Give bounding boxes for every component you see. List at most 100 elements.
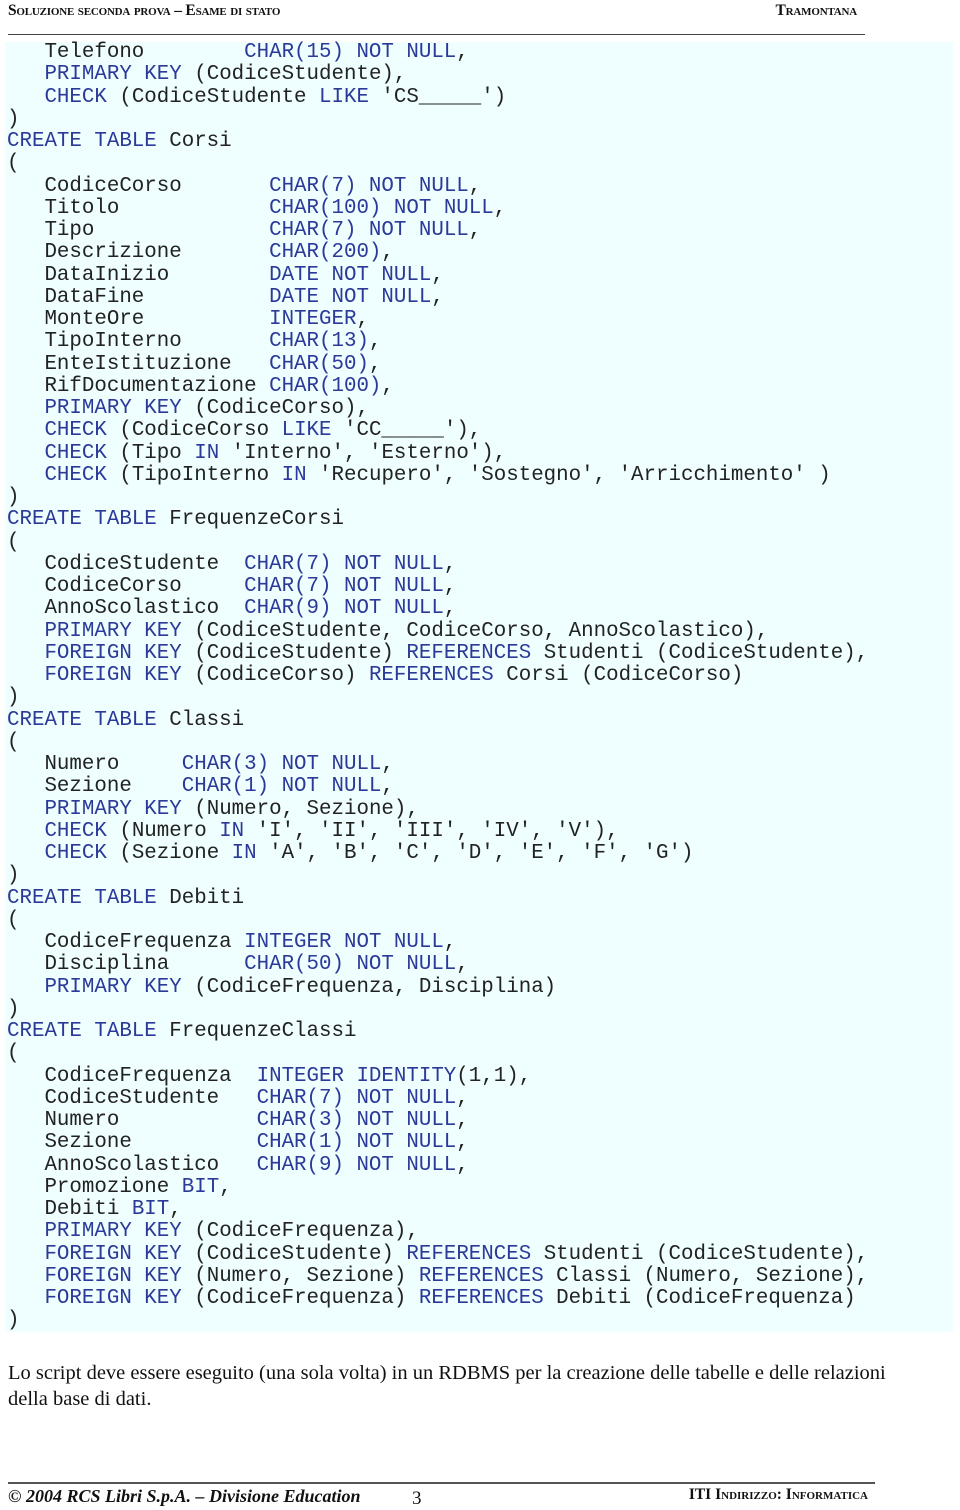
sql-text: ( [7, 152, 20, 176]
sql-keyword: CHECK [44, 441, 107, 465]
code-line: CHECK (Numero IN 'I', 'II', 'III', 'IV',… [7, 819, 868, 843]
sql-text: , [468, 219, 482, 242]
sql-text: EnteIstituzione [7, 352, 270, 376]
sql-keyword: INTEGER [269, 308, 357, 331]
code-line: ( [7, 531, 868, 554]
code-line: CodiceFrequenza INTEGER IDENTITY(1,1), [7, 1064, 868, 1088]
sql-keyword: FOREIGN KEY [44, 1287, 182, 1310]
code-line: Numero CHAR(3) NOT NULL, [7, 1109, 868, 1132]
sql-keyword: CHAR(3) NOT NULL [181, 753, 382, 776]
sql-keyword: CHAR(7) NOT NULL [269, 174, 469, 198]
sql-text: , [368, 330, 382, 354]
sql-keyword: CREATE TABLE [7, 708, 157, 732]
sql-text: ( [7, 730, 20, 754]
sql-keyword: CHECK [44, 419, 107, 443]
sql-text: (Numero, Sezione) [181, 1264, 419, 1288]
sql-keyword: CHAR(50) [269, 352, 369, 376]
sql-text: , [431, 263, 444, 287]
sql-text: (CodiceCorso [106, 419, 282, 443]
code-line: ) [7, 865, 868, 887]
code-line: AnnoScolastico CHAR(9) NOT NULL, [7, 598, 868, 620]
sql-text: Classi (Numero, Sezione), [543, 1264, 869, 1288]
header-divider [8, 34, 865, 35]
sql-text: Studenti (CodiceStudente), [531, 641, 869, 665]
code-line: Promozione BIT, [7, 1175, 868, 1199]
code-line: DataInizio DATE NOT NULL, [7, 263, 868, 287]
sql-text: ) [7, 997, 20, 1021]
sql-text: Studenti (CodiceStudente), [531, 1242, 869, 1266]
code-line: FOREIGN KEY (CodiceStudente) REFERENCES … [7, 1242, 869, 1266]
sql-keyword: DATE NOT NULL [269, 263, 432, 287]
sql-text: RifDocumentazione [7, 374, 270, 398]
sql-text: AnnoScolastico [7, 597, 245, 621]
sql-text: (CodiceStudente [106, 85, 320, 109]
code-line: CHECK (Sezione IN 'A', 'B', 'C', 'D', 'E… [7, 842, 868, 865]
sql-text: (CodiceFrequenza) [181, 1287, 419, 1310]
sql-text: Corsi [156, 130, 232, 153]
sql-text: CodiceStudente [7, 1086, 257, 1110]
code-line: CodiceStudente CHAR(7) NOT NULL, [7, 552, 868, 576]
code-line: PRIMARY KEY (Numero, Sezione), [7, 798, 868, 821]
sql-text: (Tipo [106, 441, 195, 465]
sql-text: (CodiceCorso), [181, 397, 369, 420]
sql-text: , [368, 352, 382, 376]
sql-keyword: CHECK [44, 85, 107, 109]
code-line: ( [7, 730, 868, 754]
sql-text: ( [7, 1042, 20, 1066]
sql-keyword: CHAR(13) [269, 330, 369, 354]
code-line: CodiceStudente CHAR(7) NOT NULL, [7, 1086, 868, 1110]
code-line: FOREIGN KEY (CodiceFrequenza) REFERENCES… [7, 1287, 868, 1310]
sql-text: DataFine [7, 285, 270, 309]
sql-text: CodiceFrequenza [7, 931, 245, 954]
sql-keyword: PRIMARY KEY [44, 975, 182, 999]
sql-text: 'I', 'II', 'III', 'IV', 'V'), [244, 819, 619, 843]
sql-keyword: CHAR(7) NOT NULL [244, 575, 444, 598]
code-line: ( [7, 909, 868, 932]
sql-text: Tipo [7, 219, 270, 242]
sql-keyword: CHAR(15) NOT NULL [244, 41, 457, 64]
sql-text: (1,1), [456, 1064, 532, 1088]
sql-keyword: CREATE TABLE [7, 886, 157, 910]
sql-text: (CodiceStudente) [181, 641, 407, 665]
sql-keyword: CHAR(7) NOT NULL [256, 1086, 457, 1110]
sql-text: Promozione [7, 1175, 182, 1199]
sql-keyword: REFERENCES [406, 641, 532, 665]
code-line: FOREIGN KEY (Numero, Sezione) REFERENCES… [7, 1264, 869, 1288]
sql-keyword: CHAR(7) NOT NULL [269, 219, 469, 242]
sql-text: AnnoScolastico [7, 1153, 257, 1177]
sql-keyword: CHECK [44, 819, 107, 843]
sql-text: 'A', 'B', 'C', 'D', 'E', 'F', 'G') [256, 842, 694, 865]
sql-text: Debiti (CodiceFrequenza) [543, 1287, 856, 1310]
code-line: PRIMARY KEY (CodiceCorso), [7, 397, 868, 420]
sql-text: ) [7, 1309, 20, 1333]
sql-text: , [381, 374, 394, 398]
sql-text: , [431, 285, 444, 309]
sql-text: , [356, 308, 369, 331]
sql-keyword: REFERENCES [406, 1242, 532, 1266]
code-line: Telefono CHAR(15) NOT NULL, [7, 41, 868, 64]
code-line: CREATE TABLE FrequenzeClassi [7, 1020, 868, 1043]
sql-keyword: PRIMARY KEY [44, 1220, 182, 1244]
sql-keyword: CREATE TABLE [7, 1020, 157, 1043]
explanatory-note: Lo script deve essere eseguito (una sola… [8, 1362, 886, 1410]
code-line: CHECK (CodiceStudente LIKE 'CS_____') [7, 85, 868, 109]
sql-keyword: CHAR(1) NOT NULL [181, 775, 382, 799]
sql-keyword: PRIMARY KEY [44, 619, 182, 643]
sql-keyword: IN [194, 441, 220, 465]
sql-keyword: INTEGER NOT NULL [244, 931, 444, 954]
page-number: 3 [412, 1488, 422, 1509]
code-line: ) [7, 997, 868, 1021]
sql-keyword: IN [219, 819, 245, 843]
sql-text: , [443, 552, 457, 576]
sql-keyword: FOREIGN KEY [44, 1242, 182, 1266]
code-line: FOREIGN KEY (CodiceStudente) REFERENCES … [7, 641, 869, 665]
sql-keyword: LIKE [319, 85, 369, 109]
sql-text: ) [7, 864, 20, 888]
sql-text: DataInizio [7, 263, 270, 287]
sql-keyword: CHECK [44, 463, 107, 487]
